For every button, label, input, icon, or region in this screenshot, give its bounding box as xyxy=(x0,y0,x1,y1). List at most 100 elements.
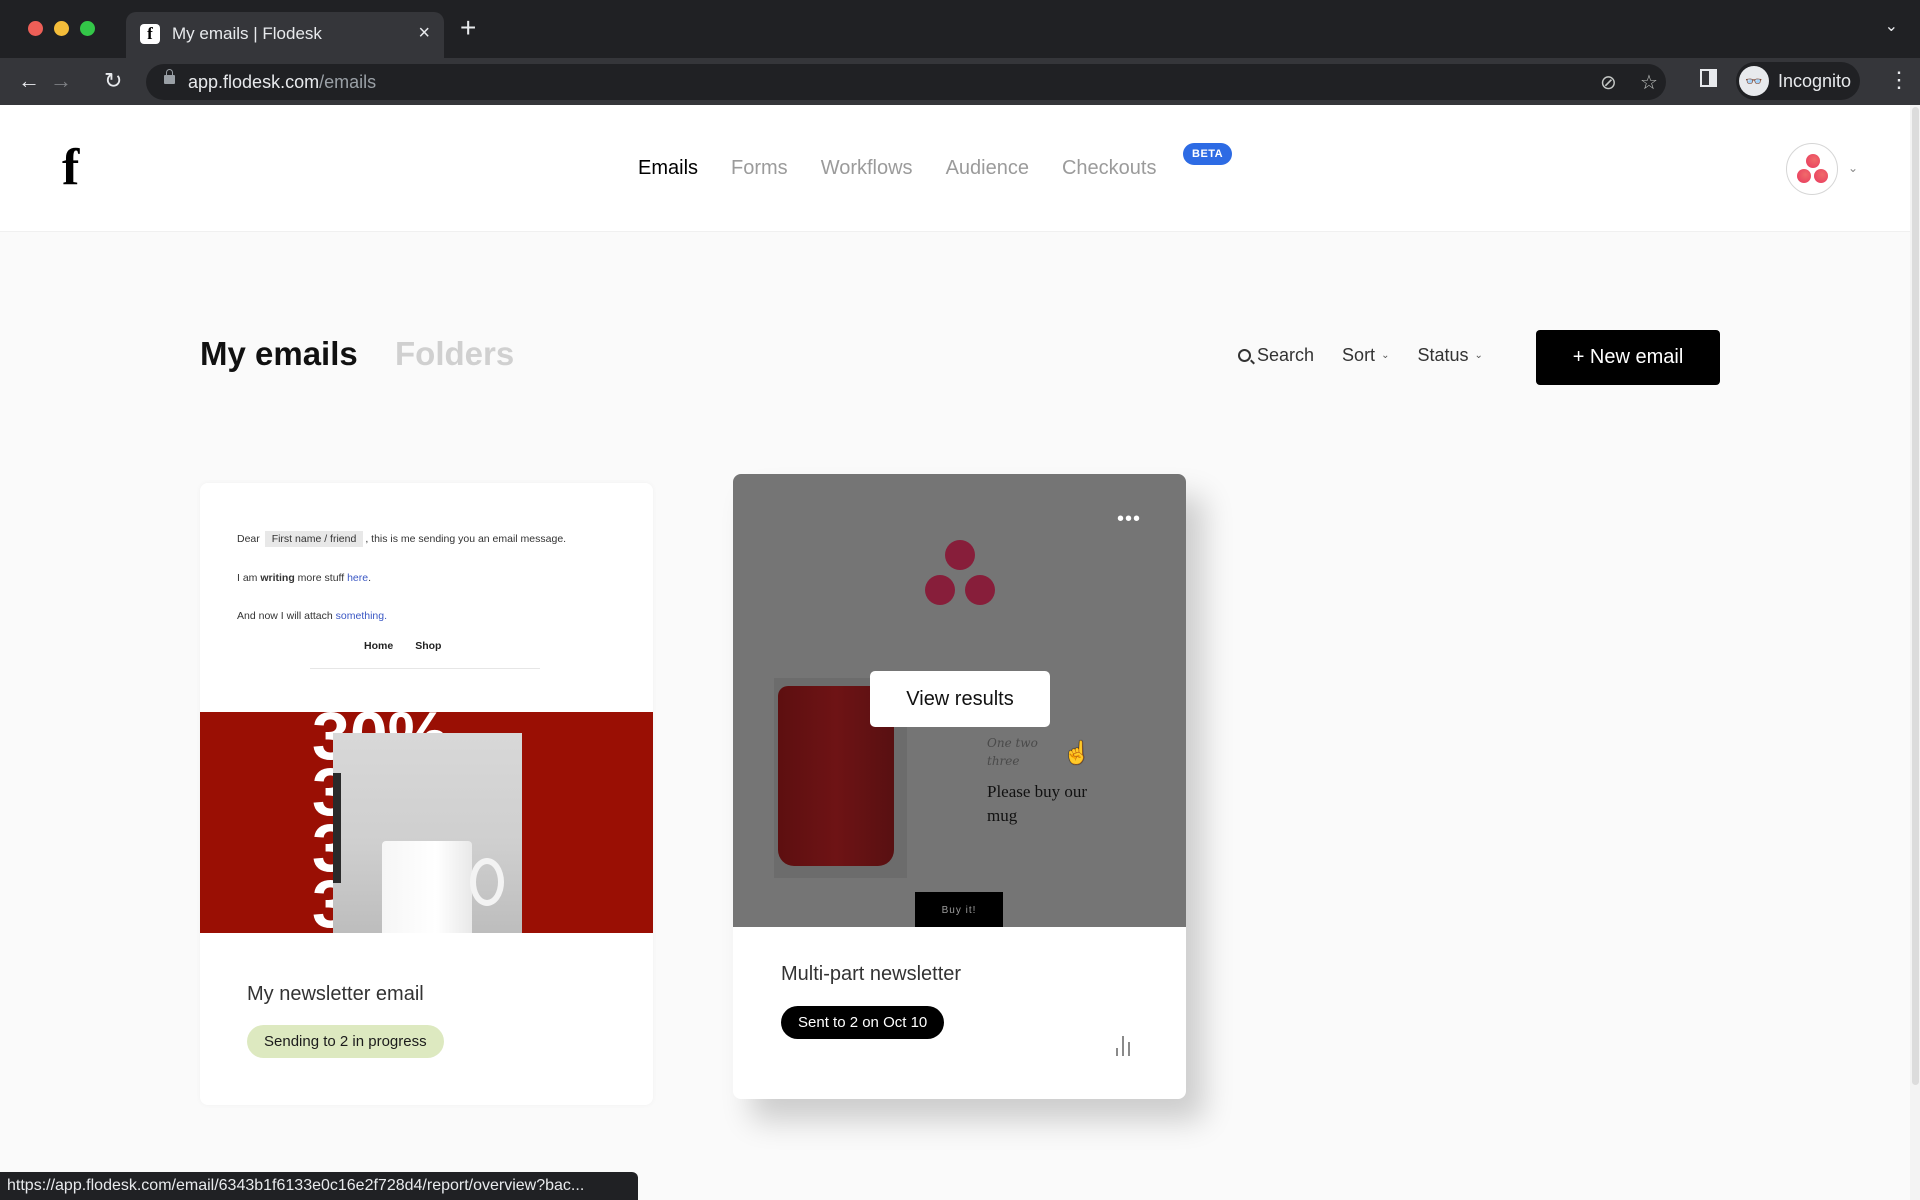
tab-search-chevron-icon[interactable]: ⌄ xyxy=(1885,16,1898,36)
logo-dot xyxy=(965,575,995,605)
preview-text: And now I will attach xyxy=(237,610,336,622)
preview-bold: writing xyxy=(260,572,295,584)
email-title[interactable]: Multi-part newsletter xyxy=(781,963,961,986)
avatar-dot xyxy=(1814,169,1828,183)
avatar-dot xyxy=(1806,154,1820,168)
logo-dot xyxy=(925,575,955,605)
nav-forms[interactable]: Forms xyxy=(731,157,788,180)
preview-line: I am writing more stuff here. xyxy=(237,572,371,584)
handwriting-text: One two three xyxy=(987,734,1038,770)
preview-text: Dear xyxy=(237,533,260,545)
new-email-button[interactable]: + New email xyxy=(1536,330,1720,385)
email-card[interactable]: ••• One two three Please buy our mug Buy… xyxy=(733,474,1186,1099)
url-path: /emails xyxy=(319,72,377,92)
bar-chart-icon[interactable] xyxy=(1114,1030,1134,1056)
more-options-icon[interactable]: ••• xyxy=(1117,509,1141,529)
minimize-window-button[interactable] xyxy=(54,21,69,36)
eye-off-icon[interactable]: ⊘ xyxy=(1600,70,1617,95)
flodesk-logo[interactable]: f xyxy=(62,141,79,195)
preview-divider xyxy=(310,668,540,669)
url-text[interactable]: app.flodesk.com/emails xyxy=(188,72,376,92)
status-badge: Sending to 2 in progress xyxy=(247,1025,444,1058)
email-title[interactable]: My newsletter email xyxy=(247,983,424,1006)
flodesk-favicon-icon: f xyxy=(140,24,160,44)
nav-workflows[interactable]: Workflows xyxy=(821,157,913,180)
mug-photo xyxy=(333,733,522,933)
preview-text: more stuff xyxy=(294,572,348,584)
status-label: Status xyxy=(1417,345,1469,365)
view-results-button[interactable]: View results xyxy=(870,671,1050,727)
address-bar[interactable]: app.flodesk.com/emails ⊘ ☆ xyxy=(146,64,1666,100)
bar xyxy=(1128,1042,1130,1056)
list-controls: Search Sort ⌄ Status ⌄ xyxy=(1238,345,1483,366)
hand-cursor-icon: ☝ xyxy=(1063,740,1091,765)
preview-line: Dear First name / friend, this is me sen… xyxy=(237,531,567,547)
mug-handle xyxy=(470,858,504,906)
account-chevron-icon[interactable]: ⌄ xyxy=(1848,161,1858,175)
preview-text: , this is me sending you an email messag… xyxy=(365,533,567,545)
chevron-down-icon: ⌄ xyxy=(1474,350,1483,361)
browser-menu-icon[interactable]: ⋮ xyxy=(1888,66,1910,94)
white-mug xyxy=(382,841,472,933)
search-icon xyxy=(1238,349,1251,362)
close-window-button[interactable] xyxy=(28,21,43,36)
profile-label: Incognito xyxy=(1778,71,1852,91)
tab-title: My emails | Flodesk xyxy=(172,24,322,43)
side-panel-icon[interactable] xyxy=(1700,69,1717,87)
email-preview[interactable]: ••• One two three Please buy our mug Buy… xyxy=(733,474,1186,927)
email-preview[interactable]: Dear First name / friend, this is me sen… xyxy=(200,483,653,1033)
scrollbar-thumb[interactable] xyxy=(1912,107,1919,1085)
maximize-window-button[interactable] xyxy=(80,21,95,36)
browser-tab[interactable]: f My emails | Flodesk × xyxy=(126,12,444,58)
url-domain: app.flodesk.com xyxy=(188,72,320,92)
tab-folders[interactable]: Folders xyxy=(395,335,514,373)
lock-icon xyxy=(164,69,175,84)
incognito-icon: 👓 xyxy=(1739,66,1769,96)
page-title[interactable]: My emails xyxy=(200,335,358,373)
sort-dropdown[interactable]: Sort ⌄ xyxy=(1342,345,1389,366)
preview-text: I am xyxy=(237,572,261,584)
search-label: Search xyxy=(1257,345,1315,365)
search-button[interactable]: Search xyxy=(1238,345,1314,366)
chevron-down-icon: ⌄ xyxy=(1381,350,1390,361)
preview-text: . xyxy=(368,572,372,584)
preview-body-line: Please buy our xyxy=(987,782,1088,801)
forward-arrow-icon[interactable]: → xyxy=(50,68,72,94)
beta-badge: BETA xyxy=(1183,143,1233,165)
page: f Emails Forms Workflows Audience Checko… xyxy=(0,105,1910,1200)
page-scrollbar[interactable] xyxy=(1910,105,1920,1200)
new-tab-button[interactable]: + xyxy=(460,14,476,42)
browser-toolbar: ← → ↻ app.flodesk.com/emails ⊘ ☆ 👓 Incog… xyxy=(0,58,1920,105)
app-header: f Emails Forms Workflows Audience Checko… xyxy=(0,105,1910,232)
email-card[interactable]: Dear First name / friend, this is me sen… xyxy=(200,483,653,1105)
main-nav: Emails Forms Workflows Audience Checkout… xyxy=(638,157,1156,180)
preview-nav-shop: Shop xyxy=(415,640,442,652)
preview-body: Please buy our mug xyxy=(987,780,1087,828)
status-badge: Sent to 2 on Oct 10 xyxy=(781,1006,945,1039)
photo-shadow xyxy=(333,773,341,883)
star-icon[interactable]: ☆ xyxy=(1640,70,1658,95)
preview-body-line: mug xyxy=(987,806,1018,825)
nav-emails[interactable]: Emails xyxy=(638,157,698,180)
account-avatar[interactable] xyxy=(1786,143,1838,195)
reload-icon[interactable]: ↻ xyxy=(104,68,122,94)
close-tab-icon[interactable]: × xyxy=(418,22,430,44)
avatar-dot xyxy=(1797,169,1811,183)
bar xyxy=(1122,1036,1124,1056)
nav-checkouts[interactable]: Checkouts xyxy=(1062,157,1157,180)
profile-button[interactable]: 👓 Incognito xyxy=(1736,62,1860,100)
logo-dot xyxy=(945,540,975,570)
nav-audience[interactable]: Audience xyxy=(946,157,1029,180)
browser-tab-bar: f My emails | Flodesk × + ⌄ xyxy=(0,0,1920,58)
back-arrow-icon[interactable]: ← xyxy=(18,68,40,94)
brand-logo xyxy=(923,540,998,606)
handwriting-line: One two xyxy=(987,736,1038,750)
preview-nav-home: Home xyxy=(364,640,394,652)
handwriting-line: three xyxy=(987,754,1020,768)
bar xyxy=(1116,1048,1118,1056)
sort-label: Sort xyxy=(1342,345,1376,365)
preview-link: here xyxy=(347,572,369,584)
preview-buy-button: Buy it! xyxy=(915,892,1003,927)
status-dropdown[interactable]: Status ⌄ xyxy=(1417,345,1482,366)
preview-link: something. xyxy=(335,610,388,622)
